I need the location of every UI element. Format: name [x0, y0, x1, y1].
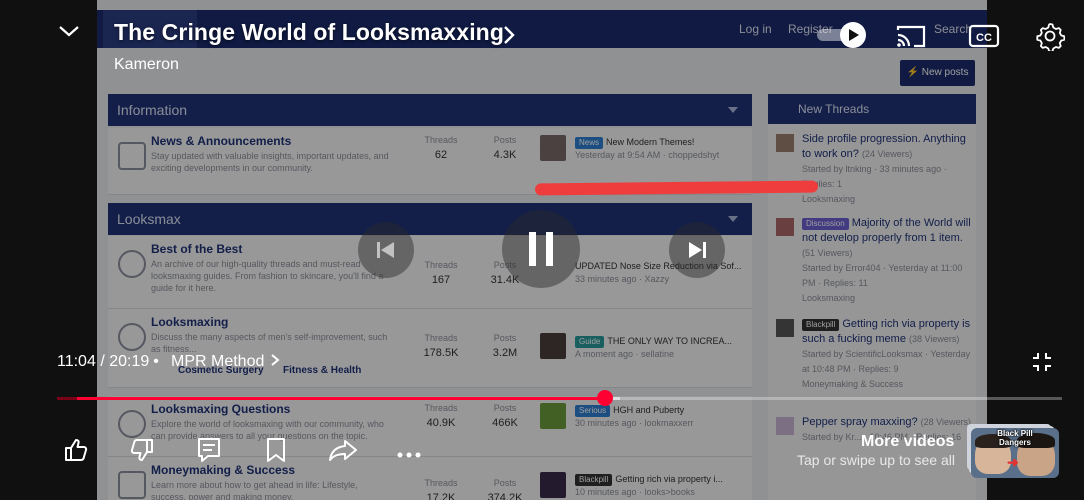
chapter-title[interactable]: MPR Method [171, 353, 282, 371]
captions-icon[interactable]: CC [968, 23, 1000, 49]
video-title[interactable]: The Cringe World of Looksmaxxing [114, 19, 504, 46]
more-icon[interactable] [397, 446, 421, 458]
channel-name[interactable]: Kameron [114, 56, 179, 74]
settings-icon[interactable] [1035, 21, 1066, 53]
previous-button[interactable] [358, 222, 414, 278]
like-icon[interactable] [63, 437, 89, 463]
previous-icon [377, 242, 394, 258]
fullscreen-exit-icon[interactable] [1032, 352, 1052, 372]
duration: 20:19 [109, 353, 150, 370]
arrow-icon: ➜ [1007, 454, 1019, 470]
more-videos-label[interactable]: More videos [861, 433, 954, 451]
more-videos-thumbnail[interactable]: ➜ Black Pill Dangers [971, 428, 1059, 478]
share-icon[interactable] [328, 438, 358, 462]
time-separator: / [100, 353, 105, 370]
seek-bar-played [57, 397, 605, 400]
chevron-down-icon[interactable] [56, 20, 82, 42]
pause-icon [529, 232, 553, 266]
chevron-right-icon [271, 354, 280, 366]
comments-icon[interactable] [196, 436, 222, 464]
thumbnail-caption: Black Pill Dangers [997, 429, 1033, 447]
chapter-label: MPR Method [171, 353, 265, 370]
next-button[interactable] [669, 222, 725, 278]
current-time: 11:04 [57, 353, 96, 370]
seek-bar-handle[interactable] [597, 390, 613, 406]
chapter-gap-marker [57, 397, 77, 400]
time-display: 11:04 / 20:19 • [57, 353, 163, 371]
svg-text:CC: CC [976, 32, 992, 44]
chapter-dot: • [153, 353, 159, 370]
more-videos-hint: Tap or swipe up to see all [797, 452, 955, 468]
dislike-icon[interactable] [129, 437, 155, 463]
cast-icon[interactable] [895, 22, 927, 50]
next-icon [689, 242, 706, 258]
autoplay-toggle-icon[interactable] [815, 21, 869, 49]
save-icon[interactable] [264, 436, 288, 464]
pause-button[interactable] [502, 210, 580, 288]
chevron-right-icon[interactable] [498, 22, 522, 48]
